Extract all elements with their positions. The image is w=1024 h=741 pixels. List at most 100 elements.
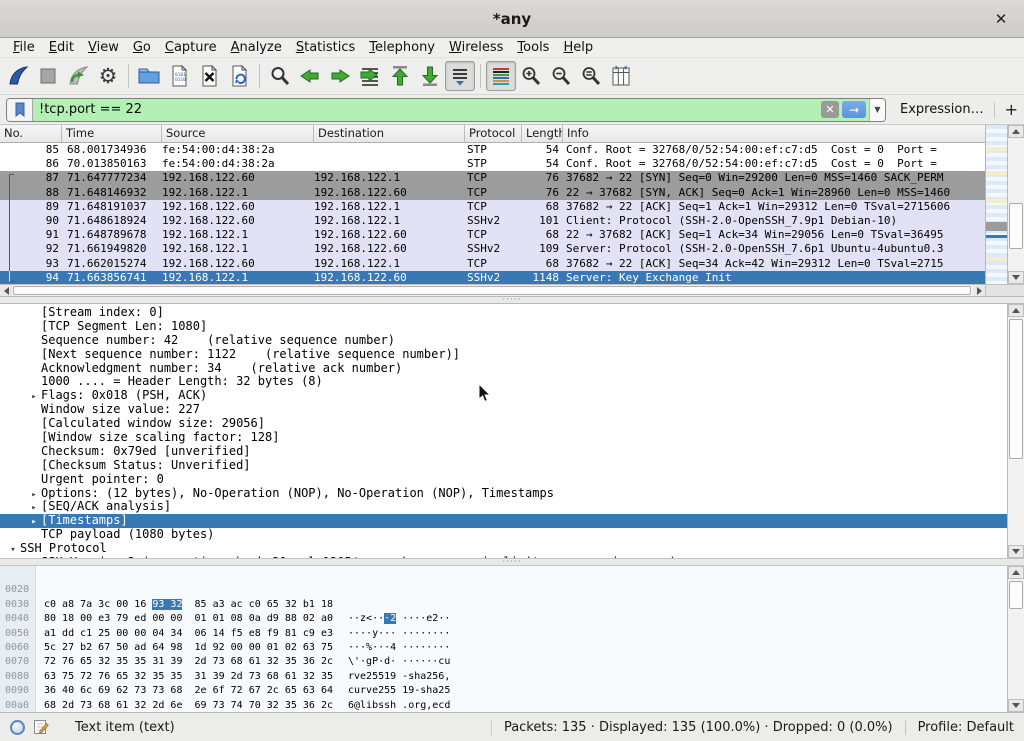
scroll-down-icon[interactable]: [1008, 271, 1024, 284]
expander-icon[interactable]: ▸: [27, 489, 41, 501]
detail-line[interactable]: ▸[Timestamps]: [0, 514, 1007, 528]
open-file-icon[interactable]: [134, 61, 164, 91]
go-to-last-icon[interactable]: [415, 61, 445, 91]
go-forward-icon[interactable]: [325, 61, 355, 91]
expander-icon[interactable]: ▸: [27, 516, 41, 528]
stop-capture-icon[interactable]: [33, 61, 63, 91]
packet-list-vscrollbar[interactable]: [1007, 125, 1024, 284]
title-bar[interactable]: *any ✕: [0, 0, 1024, 38]
scroll-thumb[interactable]: [1009, 203, 1023, 249]
resize-columns-icon[interactable]: [606, 61, 636, 91]
packet-row[interactable]: 86 70.013850163 fe:54:00:d4:38:2a STP 54…: [0, 157, 985, 171]
detail-line[interactable]: Window size value: 227: [0, 403, 1007, 417]
detail-line[interactable]: ▸Options: (12 bytes), No-Operation (NOP)…: [0, 487, 1007, 501]
detail-line[interactable]: ▾SSH Protocol: [0, 542, 1007, 556]
capture-comment-icon[interactable]: [33, 719, 49, 735]
detail-line[interactable]: [Next sequence number: 1122 (relative se…: [0, 348, 1007, 362]
filter-clear-icon[interactable]: ✕: [821, 101, 839, 118]
expander-icon[interactable]: ▾: [6, 544, 20, 556]
packet-row[interactable]: 87 71.647777234 192.168.122.60 192.168.1…: [0, 171, 985, 185]
detail-line[interactable]: Checksum: 0x79ed [unverified]: [0, 445, 1007, 459]
detail-line[interactable]: TCP payload (1080 bytes): [0, 528, 1007, 542]
close-icon[interactable]: ✕: [990, 8, 1012, 30]
detail-line[interactable]: ▸SSH Version 2 (encryption:chacha20-poly…: [0, 556, 1007, 558]
save-file-icon[interactable]: 01010110: [164, 61, 194, 91]
scroll-up-icon[interactable]: [1008, 125, 1024, 138]
hex-row[interactable]: 0040 a1 dd c1 25 00 00 04 34 06 14 f5 e8…: [0, 598, 1007, 612]
display-filter-input[interactable]: [33, 99, 821, 121]
scroll-thumb[interactable]: [1009, 319, 1023, 459]
go-back-icon[interactable]: [295, 61, 325, 91]
detail-line[interactable]: ▸Flags: 0x018 (PSH, ACK): [0, 389, 1007, 403]
detail-line[interactable]: 1000 .... = Header Length: 32 bytes (8): [0, 375, 1007, 389]
filter-dropdown-icon[interactable]: ▼: [869, 99, 885, 121]
expression-button[interactable]: Expression…: [900, 102, 984, 117]
column-header-protocol[interactable]: Protocol: [465, 125, 522, 142]
detail-line[interactable]: [Window size scaling factor: 128]: [0, 431, 1007, 445]
display-filter-field[interactable]: ✕ → ▼: [6, 98, 886, 122]
packet-list-hscrollbar[interactable]: [0, 284, 985, 296]
find-packet-icon[interactable]: [265, 61, 295, 91]
scroll-up-icon[interactable]: [1008, 566, 1024, 579]
zoom-in-icon[interactable]: [516, 61, 546, 91]
menu-item[interactable]: Edit: [42, 39, 81, 56]
filter-bookmark-icon[interactable]: [7, 99, 33, 121]
hex-row[interactable]: 0020 c0 a8 7a 3c 00 16 93 32 85 a3 ac c0…: [0, 569, 1007, 583]
detail-line[interactable]: Sequence number: 42 (relative sequence n…: [0, 334, 1007, 348]
add-filter-button[interactable]: +: [1005, 100, 1018, 119]
restart-capture-icon[interactable]: [63, 61, 93, 91]
colorize-packets-icon[interactable]: [486, 61, 516, 91]
menu-item[interactable]: Tools: [510, 39, 556, 56]
menu-item[interactable]: File: [6, 39, 42, 56]
auto-scroll-icon[interactable]: [445, 61, 475, 91]
packet-row[interactable]: 91 71.648789678 192.168.122.1 192.168.12…: [0, 228, 985, 242]
menu-item[interactable]: Help: [556, 39, 600, 56]
column-header-length[interactable]: Length: [522, 125, 563, 142]
detail-line[interactable]: Urgent pointer: 0: [0, 473, 1007, 487]
column-header-info[interactable]: Info: [563, 125, 589, 142]
packet-list-header[interactable]: No. Time Source Destination Protocol Len…: [0, 125, 985, 143]
hex-row[interactable]: 00a0 65 63 64 68 2d 73 68 61 32 2d 6e 69…: [0, 684, 1007, 698]
detail-line[interactable]: [Calculated window size: 29056]: [0, 417, 1007, 431]
column-header-source[interactable]: Source: [162, 125, 314, 142]
hex-row[interactable]: 0080 36 40 6c 69 62 73 73 68 2e 6f 72 67…: [0, 655, 1007, 669]
scroll-up-icon[interactable]: [1008, 304, 1024, 317]
detail-line[interactable]: ▸[SEQ/ACK analysis]: [0, 500, 1007, 514]
pane-splitter[interactable]: ·····: [0, 558, 1024, 565]
hex-row[interactable]: 0050 5c 27 b2 67 50 ad 64 98 1d 92 00 00…: [0, 612, 1007, 626]
capture-options-gear-icon[interactable]: ⚙: [93, 61, 123, 91]
packet-row[interactable]: 92 71.661949820 192.168.122.1 192.168.12…: [0, 242, 985, 256]
start-capture-fin-icon[interactable]: [3, 61, 33, 91]
packet-row[interactable]: 90 71.648618924 192.168.122.60 192.168.1…: [0, 214, 985, 228]
menu-item[interactable]: Go: [126, 39, 158, 56]
scroll-thumb[interactable]: [1009, 581, 1023, 609]
close-file-icon[interactable]: [194, 61, 224, 91]
hex-row[interactable]: 0070 63 75 72 76 65 32 35 35 31 39 2d 73…: [0, 641, 1007, 655]
go-to-first-icon[interactable]: [385, 61, 415, 91]
detail-line[interactable]: [TCP Segment Len: 1080]: [0, 320, 1007, 334]
menu-item[interactable]: Wireless: [442, 39, 510, 56]
packet-row[interactable]: 85 68.001734936 fe:54:00:d4:38:2a STP 54…: [0, 143, 985, 157]
hex-row[interactable]: 00b0 38 34 2c 65 63 64 68 2d 73 68 61 32…: [0, 699, 1007, 712]
filter-apply-icon[interactable]: →: [842, 101, 866, 118]
intelligent-scrollbar-minimap[interactable]: [985, 125, 1007, 284]
hex-row[interactable]: 0090 68 2d 73 68 61 32 2d 6e 69 73 74 70…: [0, 670, 1007, 684]
go-to-packet-icon[interactable]: [355, 61, 385, 91]
menu-item[interactable]: Telephony: [362, 39, 442, 56]
scroll-thumb[interactable]: [13, 286, 971, 295]
scroll-left-icon[interactable]: [0, 285, 12, 296]
packet-row[interactable]: 93 71.662015274 192.168.122.60 192.168.1…: [0, 257, 985, 271]
packet-row[interactable]: 88 71.648146932 192.168.122.1 192.168.12…: [0, 186, 985, 200]
scroll-down-icon[interactable]: [1008, 699, 1024, 712]
column-header-destination[interactable]: Destination: [314, 125, 465, 142]
hex-row[interactable]: 0060 72 76 65 32 35 35 31 39 2d 73 68 61…: [0, 627, 1007, 641]
detail-line[interactable]: [Stream index: 0]: [0, 306, 1007, 320]
menu-item[interactable]: Capture: [158, 39, 224, 56]
hex-row[interactable]: 0030 80 18 00 e3 79 ed 00 00 01 01 08 0a…: [0, 583, 1007, 597]
scroll-down-icon[interactable]: [1008, 545, 1024, 558]
expander-icon[interactable]: ▸: [27, 502, 41, 514]
detail-line[interactable]: [Checksum Status: Unverified]: [0, 459, 1007, 473]
zoom-original-icon[interactable]: [576, 61, 606, 91]
expander-icon[interactable]: ▸: [27, 391, 41, 403]
packet-row[interactable]: 89 71.648191037 192.168.122.60 192.168.1…: [0, 200, 985, 214]
